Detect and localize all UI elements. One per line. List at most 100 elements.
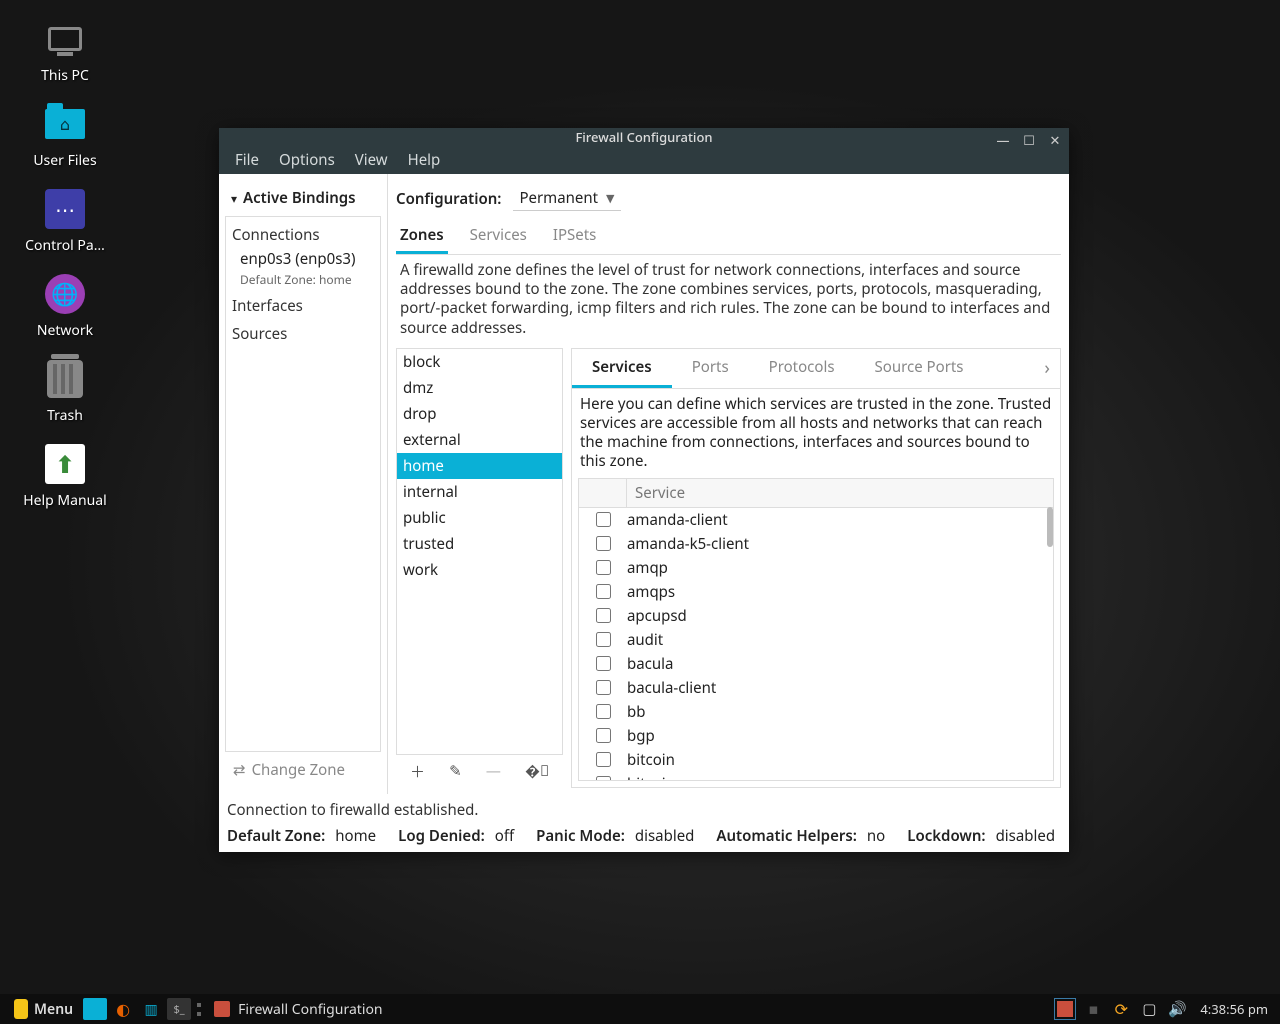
tray-volume-icon[interactable]: 🔊: [1166, 998, 1188, 1020]
minimize-button[interactable]: —: [993, 130, 1013, 150]
configuration-dropdown[interactable]: Permanent ▼: [513, 186, 620, 211]
zone-item-dmz[interactable]: dmz: [397, 375, 562, 401]
service-row[interactable]: amqps: [579, 580, 1053, 604]
menu-help[interactable]: Help: [398, 146, 451, 174]
service-checkbox[interactable]: [596, 776, 611, 781]
service-checkbox[interactable]: [596, 512, 611, 527]
service-row[interactable]: amanda-k5-client: [579, 532, 1053, 556]
service-row[interactable]: bacula-client: [579, 676, 1053, 700]
zone-list[interactable]: blockdmzdropexternalhomeinternalpublictr…: [396, 348, 563, 755]
connection-item[interactable]: enp0s3 (enp0s3): [230, 249, 376, 271]
tray-display-icon[interactable]: ▢: [1138, 998, 1160, 1020]
subtab-ports[interactable]: Ports: [672, 349, 749, 388]
zone-edit-button[interactable]: ✎: [449, 761, 462, 782]
menu-options[interactable]: Options: [269, 146, 345, 174]
zone-item-internal[interactable]: internal: [397, 479, 562, 505]
this-pc-icon: [44, 18, 86, 60]
service-checkbox[interactable]: [596, 536, 611, 551]
tray-firewall-icon[interactable]: [1054, 998, 1076, 1020]
zone-defaults-button[interactable]: �⃞: [525, 761, 549, 782]
service-checkbox[interactable]: [596, 608, 611, 623]
subtab-services[interactable]: Services: [572, 349, 672, 388]
services-name-column[interactable]: Service: [627, 479, 1053, 507]
show-desktop-button[interactable]: [83, 998, 107, 1020]
service-name: audit: [627, 630, 663, 650]
tray-updates-icon[interactable]: ⟳: [1110, 998, 1132, 1020]
zone-item-drop[interactable]: drop: [397, 401, 562, 427]
service-row[interactable]: bitcoin: [579, 748, 1053, 772]
service-checkbox[interactable]: [596, 752, 611, 767]
zone-item-home[interactable]: home: [397, 453, 562, 479]
zone-item-trusted[interactable]: trusted: [397, 531, 562, 557]
service-row[interactable]: audit: [579, 628, 1053, 652]
sources-category[interactable]: Sources: [230, 320, 376, 348]
zone-item-work[interactable]: work: [397, 557, 562, 583]
main-panel: Configuration: Permanent ▼ ZonesServices…: [388, 174, 1069, 794]
service-checkbox[interactable]: [596, 560, 611, 575]
zone-item-public[interactable]: public: [397, 505, 562, 531]
zone-item-external[interactable]: external: [397, 427, 562, 453]
connections-category[interactable]: Connections: [230, 221, 376, 249]
zone-description: A firewalld zone defines the level of tr…: [396, 255, 1061, 348]
services-table[interactable]: Service amanda-client amanda-k5-client amq…: [578, 478, 1054, 782]
maximize-button[interactable]: ☐: [1019, 130, 1039, 150]
status-item: Panic Mode:disabled: [536, 826, 694, 846]
desktop-icons: This PC⌂User Files⋯Control Pa…🌐NetworkTr…: [0, 12, 130, 522]
tab-ipsets[interactable]: IPSets: [549, 219, 600, 254]
desktop-icon-user-files[interactable]: ⌂User Files: [0, 97, 130, 182]
firefox-launcher[interactable]: ◐: [111, 998, 135, 1020]
scrollbar[interactable]: [1047, 507, 1053, 547]
zone-remove-button[interactable]: —: [486, 761, 501, 782]
service-checkbox[interactable]: [596, 680, 611, 695]
service-row[interactable]: bb: [579, 700, 1053, 724]
tray-removable-icon[interactable]: ▪: [1082, 998, 1104, 1020]
zone-subtabs: ServicesPortsProtocolsSource Ports ›: [572, 349, 1060, 389]
zone-add-button[interactable]: ＋: [410, 761, 425, 782]
interfaces-category[interactable]: Interfaces: [230, 292, 376, 320]
service-name: amanda-client: [627, 510, 728, 530]
desktop-icon-help-manual[interactable]: ⬆Help Manual: [0, 437, 130, 522]
desktop-icon-network[interactable]: 🌐Network: [0, 267, 130, 352]
desktop-icon-label: Help Manual: [23, 491, 106, 510]
service-checkbox[interactable]: [596, 632, 611, 647]
window-titlebar[interactable]: Firewall Configuration — ☐ ✕: [219, 128, 1069, 146]
desktop-icon-label: Network: [37, 321, 93, 340]
change-zone-button[interactable]: ⇄ Change Zone: [225, 752, 381, 788]
subtab-protocols[interactable]: Protocols: [749, 349, 855, 388]
distro-logo-icon: [14, 999, 28, 1019]
tab-services[interactable]: Services: [466, 219, 531, 254]
swap-icon: ⇄: [233, 760, 246, 780]
desktop-icon-trash[interactable]: Trash: [0, 352, 130, 437]
active-bindings-toggle[interactable]: ▾ Active Bindings: [225, 180, 381, 216]
desktop-icon-this-pc[interactable]: This PC: [0, 12, 130, 97]
service-checkbox[interactable]: [596, 656, 611, 671]
service-checkbox[interactable]: [596, 728, 611, 743]
service-row[interactable]: bacula: [579, 652, 1053, 676]
service-row[interactable]: apcupsd: [579, 604, 1053, 628]
menu-file[interactable]: File: [225, 146, 269, 174]
service-name: amqp: [627, 558, 668, 578]
file-manager-launcher[interactable]: ▥: [139, 998, 163, 1020]
firewall-config-window: Firewall Configuration — ☐ ✕ FileOptions…: [219, 128, 1069, 850]
service-row[interactable]: bitcoin-rpc: [579, 772, 1053, 782]
control-panel-icon: ⋯: [44, 188, 86, 230]
zone-item-block[interactable]: block: [397, 349, 562, 375]
subtab-scroll-right[interactable]: ›: [1034, 356, 1060, 380]
start-menu-button[interactable]: Menu: [6, 999, 81, 1019]
taskbar-task-firewall[interactable]: Firewall Configuration: [206, 1000, 391, 1019]
service-name: amanda-k5-client: [627, 534, 749, 554]
close-button[interactable]: ✕: [1045, 130, 1065, 150]
service-checkbox[interactable]: [596, 704, 611, 719]
service-row[interactable]: bgp: [579, 724, 1053, 748]
terminal-launcher[interactable]: $_: [167, 998, 191, 1020]
service-row[interactable]: amqp: [579, 556, 1053, 580]
menu-view[interactable]: View: [345, 146, 398, 174]
subtab-source-ports[interactable]: Source Ports: [855, 349, 984, 388]
service-row[interactable]: amanda-client: [579, 508, 1053, 532]
service-checkbox[interactable]: [596, 584, 611, 599]
tab-zones[interactable]: Zones: [396, 219, 448, 254]
taskbar-clock[interactable]: 4:38:56 pm: [1194, 1000, 1274, 1018]
desktop-icon-control-panel[interactable]: ⋯Control Pa…: [0, 182, 130, 267]
service-name: bgp: [627, 726, 655, 746]
service-name: bb: [627, 702, 645, 722]
